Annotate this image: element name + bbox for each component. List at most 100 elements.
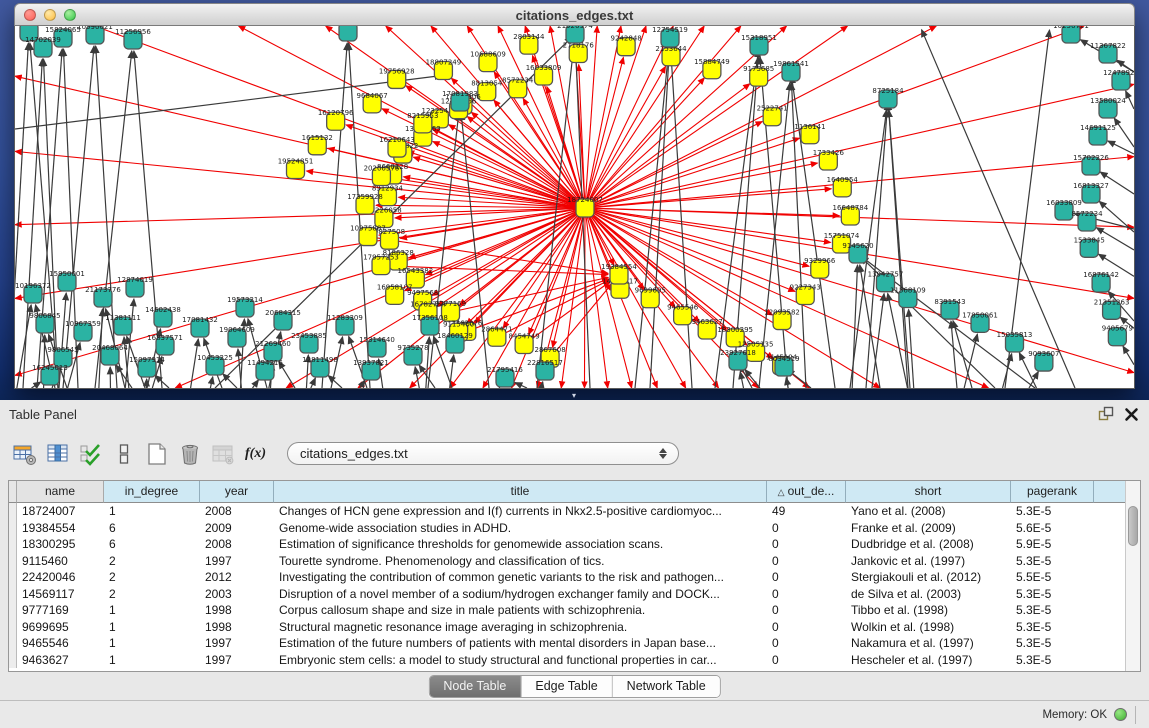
graph-node-label: 11494216: [247, 359, 283, 367]
graph-node-label: 11381111: [105, 314, 141, 322]
select-all-icon[interactable]: [74, 438, 107, 470]
graph-node-label: 15097914: [129, 356, 165, 364]
graph-edge: [437, 211, 580, 306]
graph-edge: [502, 280, 609, 335]
show-column-icon[interactable]: [41, 438, 74, 470]
graph-node-label: 16813327: [1073, 182, 1109, 190]
graph-edge: [586, 57, 623, 202]
table-cell: 19384554: [17, 520, 104, 537]
graph-node-label: 10196372: [15, 282, 51, 290]
tab-edge-table[interactable]: Edge Table: [521, 676, 612, 697]
graph-node-label: 9175685: [743, 65, 774, 73]
graph-node-label: 8572234: [1071, 210, 1103, 218]
table-cell: 18300295: [17, 536, 104, 553]
graph-node-label: 17081983: [442, 90, 478, 98]
graph-node-label: 12754519: [652, 26, 688, 34]
network-canvas[interactable]: 1603380985722348813054122189061232541913…: [14, 26, 1135, 389]
graph-edge: [852, 265, 857, 388]
table-cell: 0: [767, 536, 846, 553]
table-cell: 1: [104, 635, 200, 652]
table-row[interactable]: 969969511998Structural magnetic resonanc…: [9, 619, 1125, 636]
table-cell: de Silva et al. (2003): [846, 586, 1011, 603]
table-cell: 5.3E-5: [1011, 652, 1094, 669]
column-header-in_degree[interactable]: in_degree: [104, 481, 200, 503]
table-row[interactable]: 977716911998Corpus callosum shape and si…: [9, 602, 1125, 619]
column-header-title[interactable]: title: [274, 481, 767, 503]
table-cell: [1094, 586, 1125, 603]
graph-node-label: 8215953: [407, 112, 438, 120]
graph-node-label: 19064609: [219, 326, 255, 334]
splitter-handle[interactable]: ▾: [566, 393, 582, 400]
tab-node-table[interactable]: Node Table: [429, 676, 521, 697]
row-gutter: [9, 602, 17, 619]
graph-node-label: 11367822: [1090, 42, 1126, 50]
graph-node-label: 17081432: [182, 316, 218, 324]
graph-node-label: 22816517: [527, 359, 563, 367]
graph-node-label: 19756928: [379, 67, 415, 75]
network-window-titlebar[interactable]: citations_edges.txt: [14, 3, 1135, 26]
memory-status-indicator[interactable]: [1114, 708, 1127, 721]
column-header-pagerank[interactable]: pagerank: [1011, 481, 1094, 503]
graph-node-label: 18460129: [437, 332, 473, 340]
table-cell: 5.3E-5: [1011, 586, 1094, 603]
tab-network-table[interactable]: Network Table: [613, 676, 720, 697]
table-cell: [1094, 536, 1125, 553]
vertical-scrollbar[interactable]: [1125, 481, 1140, 671]
graph-node-label: 16210643: [379, 136, 415, 144]
table-options-icon[interactable]: [8, 438, 41, 470]
new-column-icon[interactable]: [140, 438, 173, 470]
table-row[interactable]: 1938455462009Genome-wide association stu…: [9, 520, 1125, 537]
graph-edge: [31, 382, 40, 388]
column-header-blank: [1094, 481, 1125, 503]
table-cell: Nakamura et al. (1997): [846, 635, 1011, 652]
table-row[interactable]: 1830029562008Estimation of significance …: [9, 536, 1125, 553]
scrollbar-thumb[interactable]: [1128, 506, 1138, 546]
table-cell: 5.3E-5: [1011, 635, 1094, 652]
table-cell: Wolkin et al. (1998): [846, 619, 1011, 636]
graph-node-label: 16876142: [1083, 271, 1119, 279]
graph-edge: [432, 211, 580, 296]
column-header-short[interactable]: short: [846, 481, 1011, 503]
graph-edge: [515, 383, 527, 388]
row-height-icon[interactable]: [107, 438, 140, 470]
table-header-row: namein_degreeyeartitle△out_de...shortpag…: [9, 481, 1125, 503]
column-header-name[interactable]: name: [17, 481, 104, 503]
delete-column-icon[interactable]: [173, 438, 206, 470]
float-window-icon[interactable]: [1098, 406, 1114, 422]
graph-node-label: 10590021: [77, 26, 113, 31]
table-row[interactable]: 911546021997Tourette syndrome. Phenomeno…: [9, 553, 1125, 570]
graph-node-label: 21269460: [255, 340, 291, 348]
table-cell: 9699695: [17, 619, 104, 636]
graph-node-label: 15751074: [824, 232, 860, 240]
table-select-dropdown[interactable]: citations_edges.txt: [287, 442, 679, 465]
graph-node[interactable]: [339, 26, 357, 41]
graph-edge: [466, 212, 580, 324]
table-row[interactable]: 1456911722003Disruption of a novel membe…: [9, 586, 1125, 603]
table-cell: 0: [767, 635, 846, 652]
table-row[interactable]: 946362711997Embryonic stem cells: a mode…: [9, 652, 1125, 669]
table-cell: 2: [104, 569, 200, 586]
row-gutter: [9, 520, 17, 537]
table-cell: [1094, 553, 1125, 570]
function-builder-icon[interactable]: f(x): [239, 438, 272, 470]
column-header-out_de[interactable]: △out_de...: [767, 481, 846, 503]
graph-edge: [1108, 141, 1134, 154]
close-icon[interactable]: [1124, 407, 1139, 422]
table-cell: 2008: [200, 503, 274, 520]
table-select-value: citations_edges.txt: [288, 446, 652, 461]
table-cell: 1: [104, 652, 200, 669]
table-cell: 2003: [200, 586, 274, 603]
table-panel-titlebar: Table Panel: [0, 400, 1149, 431]
table-row[interactable]: 1872400712008Changes of HCN gene express…: [9, 503, 1125, 520]
column-header-year[interactable]: year: [200, 481, 274, 503]
table-row[interactable]: 946554611997Estimation of the future num…: [9, 635, 1125, 652]
row-gutter: [9, 586, 17, 603]
graph-edge: [191, 339, 199, 388]
graph-node-label: 23927618: [720, 349, 756, 357]
graph-node-label: 8125298: [332, 26, 363, 28]
graph-node-label: 16782754: [410, 301, 446, 309]
graph-node-label: 20684315: [265, 309, 301, 317]
graph-node-label: 15035813: [997, 331, 1033, 339]
table-row[interactable]: 2242004622012Investigating the contribut…: [9, 569, 1125, 586]
import-table-icon: [206, 438, 239, 470]
